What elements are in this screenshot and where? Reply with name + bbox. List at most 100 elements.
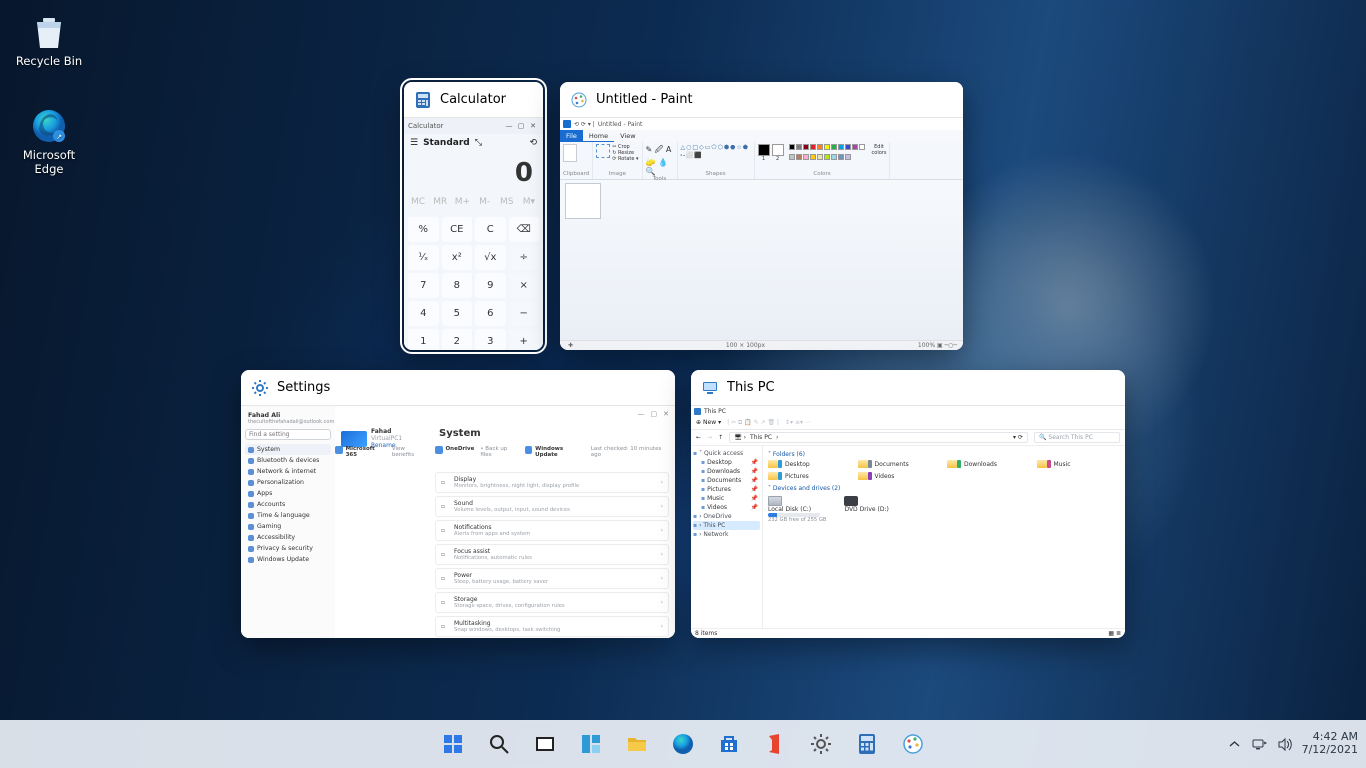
calc-key[interactable]: 6 <box>475 301 506 326</box>
tray-chevron-icon[interactable] <box>1227 737 1242 752</box>
settings-tile[interactable]: Microsoft 365View benefits <box>335 446 427 458</box>
nav-fwd-icon[interactable]: → <box>707 434 712 441</box>
paint-group-shapes: △○□◇▭⬠⬡⬢⬣☆⬟⬞⬝⬜⬛Shapes <box>678 142 755 179</box>
explorer-nav-item[interactable]: ▪› OneDrive <box>693 512 760 521</box>
settings-row[interactable]: ▫NotificationsAlerts from apps and syste… <box>435 520 669 541</box>
calc-mem-MS[interactable]: MS <box>497 192 517 212</box>
settings-tile[interactable]: Windows UpdateLast checked: 10 minutes a… <box>525 446 669 458</box>
taskbar-taskview[interactable] <box>525 724 565 764</box>
calc-key[interactable]: % <box>408 217 439 242</box>
settings-nav-item[interactable]: System <box>245 444 331 455</box>
settings-nav-item[interactable]: Accounts <box>245 499 331 510</box>
tray-clock[interactable]: 4:42 AM 7/12/2021 <box>1302 731 1358 756</box>
settings-row[interactable]: ▫MultitaskingSnap windows, desktops, tas… <box>435 616 669 637</box>
explorer-folder[interactable]: Documents <box>858 460 942 468</box>
explorer-nav-item[interactable]: ▪Downloads📌 <box>693 467 760 476</box>
calc-key[interactable]: 4 <box>408 301 439 326</box>
taskbar-edge[interactable] <box>663 724 703 764</box>
calc-key[interactable]: CE <box>442 217 473 242</box>
calc-key[interactable]: √x <box>475 245 506 270</box>
calc-key[interactable]: ⌫ <box>509 217 540 242</box>
calc-key[interactable]: × <box>509 273 540 298</box>
settings-nav-item[interactable]: Apps <box>245 488 331 499</box>
calc-mem-M-[interactable]: M- <box>474 192 494 212</box>
taskbar-widgets[interactable] <box>571 724 611 764</box>
paint-tab-view[interactable]: View <box>614 130 641 142</box>
calc-mem-MR[interactable]: MR <box>430 192 450 212</box>
calc-key[interactable]: C <box>475 217 506 242</box>
tray-volume-icon[interactable] <box>1277 737 1292 752</box>
taskbar-calculator[interactable] <box>847 724 887 764</box>
explorer-nav-item[interactable]: ▪Documents📌 <box>693 476 760 485</box>
settings-row[interactable]: ▫StorageStorage space, drives, configura… <box>435 592 669 613</box>
taskbar-settings[interactable] <box>801 724 841 764</box>
explorer-search-input[interactable]: 🔍 Search This PC <box>1034 432 1120 443</box>
explorer-nav-item[interactable]: ▪› Network <box>693 530 760 539</box>
device-name: Fahad <box>371 428 391 435</box>
calc-key[interactable]: 8 <box>442 273 473 298</box>
task-thumb-settings[interactable]: Settings Fahad Alithecultofthefahadali@o… <box>241 370 675 638</box>
taskbar-start[interactable] <box>433 724 473 764</box>
settings-nav-item[interactable]: Network & internet <box>245 466 331 477</box>
task-thumb-calculator[interactable]: Calculator Calculator —▢✕ ☰ Standard ⤡ ⟲… <box>404 82 543 350</box>
calc-mem-M+[interactable]: M+ <box>452 192 472 212</box>
settings-nav-item[interactable]: Gaming <box>245 521 331 532</box>
settings-nav-item[interactable]: Windows Update <box>245 554 331 565</box>
settings-nav-item[interactable]: Bluetooth & devices <box>245 455 331 466</box>
calc-key[interactable]: − <box>509 301 540 326</box>
paint-tab-file[interactable]: File <box>560 130 583 142</box>
task-thumb-paint[interactable]: Untitled - Paint ⟲ ⟳ ▾ | Untitled - Pain… <box>560 82 963 350</box>
drive-c[interactable]: Local Disk (C:) 232 GB free of 255 GB <box>768 496 826 523</box>
nav-up-icon[interactable]: ↑ <box>718 434 723 441</box>
taskbar-explorer[interactable] <box>617 724 657 764</box>
explorer-folder[interactable]: Pictures <box>768 472 852 480</box>
calc-key[interactable]: ÷ <box>509 245 540 270</box>
explorer-nav-item[interactable]: ▪˅ Quick access <box>693 449 760 458</box>
explorer-folder[interactable]: Music <box>1037 460 1121 468</box>
settings-nav-item[interactable]: Accessibility <box>245 532 331 543</box>
taskbar-paint[interactable] <box>893 724 933 764</box>
explorer-nav-item[interactable]: ▪Desktop📌 <box>693 458 760 467</box>
taskbar-search[interactable] <box>479 724 519 764</box>
settings-row[interactable]: ▫DisplayMonitors, brightness, night ligh… <box>435 472 669 493</box>
calc-mem-MC[interactable]: MC <box>408 192 428 212</box>
settings-row[interactable]: ▫Focus assistNotifications, automatic ru… <box>435 544 669 565</box>
calc-mem-M▾[interactable]: M▾ <box>519 192 539 212</box>
paint-tab-home[interactable]: Home <box>583 130 614 142</box>
task-thumb-thispc[interactable]: This PC This PC ⊕ New ▾ | ✂ ⧉ 📋 ✎ ↗ 🗑 | … <box>691 370 1125 638</box>
explorer-nav-item[interactable]: ▪Music📌 <box>693 494 760 503</box>
thumb-title: This PC <box>727 380 775 395</box>
calc-key[interactable]: 1 <box>408 329 439 350</box>
address-bar[interactable]: 🖥 › This PC ›▾ ⟳ <box>729 432 1028 443</box>
explorer-new-button[interactable]: ⊕ New ▾ <box>696 419 721 426</box>
calc-key[interactable]: ¹⁄ₓ <box>408 245 439 270</box>
explorer-folder[interactable]: Downloads <box>947 460 1031 468</box>
calc-key[interactable]: + <box>509 329 540 350</box>
settings-nav-item[interactable]: Time & language <box>245 510 331 521</box>
settings-nav-item[interactable]: Personalization <box>245 477 331 488</box>
explorer-nav-item[interactable]: ▪Pictures📌 <box>693 485 760 494</box>
tray-network-icon[interactable] <box>1252 737 1267 752</box>
settings-row[interactable]: ▫PowerSleep, battery usage, battery save… <box>435 568 669 589</box>
taskbar-office[interactable] <box>755 724 795 764</box>
settings-row[interactable]: ▫SoundVolume levels, output, input, soun… <box>435 496 669 517</box>
desktop-icon-edge[interactable]: ↗ Microsoft Edge <box>12 106 86 176</box>
taskbar-store[interactable] <box>709 724 749 764</box>
drive-dvd[interactable]: DVD Drive (D:) <box>844 496 888 523</box>
settings-search-input[interactable] <box>245 429 331 440</box>
calc-key[interactable]: 5 <box>442 301 473 326</box>
calc-key[interactable]: 7 <box>408 273 439 298</box>
settings-tile[interactable]: OneDrive• Back up files <box>435 446 517 458</box>
explorer-nav-item[interactable]: ▪Videos📌 <box>693 503 760 512</box>
explorer-folder[interactable]: Videos <box>858 472 942 480</box>
explorer-folder[interactable]: Desktop <box>768 460 852 468</box>
desktop-icon-recycle-bin[interactable]: Recycle Bin <box>12 12 86 68</box>
calc-key[interactable]: 3 <box>475 329 506 350</box>
settings-nav-item[interactable]: Privacy & security <box>245 543 331 554</box>
calc-key[interactable]: 9 <box>475 273 506 298</box>
explorer-nav-item[interactable]: ▪› This PC <box>693 521 760 530</box>
calc-key[interactable]: x² <box>442 245 473 270</box>
nav-back-icon[interactable]: ← <box>696 434 701 441</box>
calc-key[interactable]: 2 <box>442 329 473 350</box>
paint-zoom: 100% <box>918 342 935 349</box>
